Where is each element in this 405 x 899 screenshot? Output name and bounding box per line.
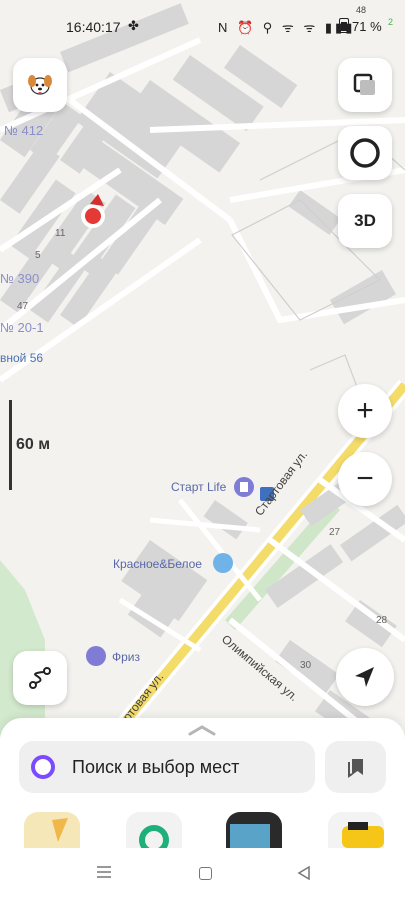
dog-avatar-icon [28, 75, 52, 95]
house-number-47: 47 [17, 301, 29, 312]
shortcut-tile-2[interactable] [126, 812, 182, 848]
status-system-icons: N ⏰ ⚲ ᯤ ᯤ ▮▮▮ [218, 20, 356, 35]
search-placeholder: Поиск и выбор мест [72, 757, 240, 777]
house-number-30: 30 [300, 660, 312, 671]
poi-start-life[interactable]: Старт Life [171, 480, 226, 494]
status-time: 16:40:17 [66, 19, 121, 35]
label-n20-1: № 20-1 [0, 320, 44, 335]
layers-button[interactable] [338, 58, 392, 112]
place-marker[interactable] [85, 208, 101, 224]
panorama-icon [350, 138, 380, 168]
poi-friz[interactable]: Фриз [112, 650, 140, 664]
alice-voice-icon[interactable] [31, 755, 55, 779]
status-extra-top: 48 [356, 5, 367, 15]
panorama-button[interactable] [338, 126, 392, 180]
route-icon [29, 667, 51, 689]
status-bar: 16:40:17 ✤ N ⏰ ⚲ ᯤ ᯤ ▮▮▮ 71 % 48 2 [0, 0, 405, 52]
zoom-in-button[interactable]: + [338, 384, 392, 438]
search-bar[interactable]: Поиск и выбор мест [19, 741, 315, 793]
scale-label: 60 м [16, 436, 51, 453]
house-number-11: 11 [55, 228, 66, 239]
shortcut-tile-3[interactable] [226, 812, 282, 848]
menu-icon[interactable] [97, 866, 111, 878]
house-number-5: 5 [35, 250, 41, 261]
3d-button[interactable]: 3D [338, 194, 392, 248]
house-number-27: 27 [329, 527, 341, 538]
shortcut-tile-1[interactable] [24, 812, 80, 848]
label-vnoy56: вной 56 [0, 351, 44, 365]
sheet-grabber-chevron-icon[interactable] [188, 724, 216, 736]
house-number-28: 28 [376, 615, 388, 626]
home-icon[interactable] [199, 867, 212, 880]
battery-percent: 71 % [352, 19, 382, 34]
my-location-button[interactable] [336, 648, 394, 706]
poi-krasnoe-beloe[interactable]: Красное&Белое [113, 557, 202, 571]
bookmarks-button[interactable] [325, 741, 386, 793]
status-extra-small: 2 [388, 17, 394, 27]
parking-icon[interactable] [86, 646, 106, 666]
shop-icon[interactable] [213, 553, 233, 573]
label-n390: № 390 [0, 271, 40, 286]
profile-avatar-button[interactable] [13, 58, 67, 112]
taxi-icon [328, 812, 384, 848]
fuel-station-glyph [240, 482, 248, 492]
media-icon [226, 812, 282, 848]
bookmarks-icon [347, 759, 363, 778]
layers-icon [353, 73, 375, 95]
navigator-icon [24, 812, 80, 848]
navigation-arrow-icon [355, 667, 374, 687]
shortcut-tile-4[interactable] [328, 812, 384, 848]
status-app-icon: ✤ [128, 18, 139, 33]
scale-bar [9, 400, 12, 490]
transport-icon [126, 812, 182, 848]
route-button[interactable] [13, 651, 67, 705]
zoom-out-button[interactable]: − [338, 452, 392, 506]
label-n412: № 412 [4, 123, 44, 138]
screen: № 412 № 390 № 20-1 вной 56 11 5 47 27 28… [0, 0, 405, 899]
back-icon[interactable] [297, 866, 310, 880]
battery-icon [339, 18, 349, 33]
